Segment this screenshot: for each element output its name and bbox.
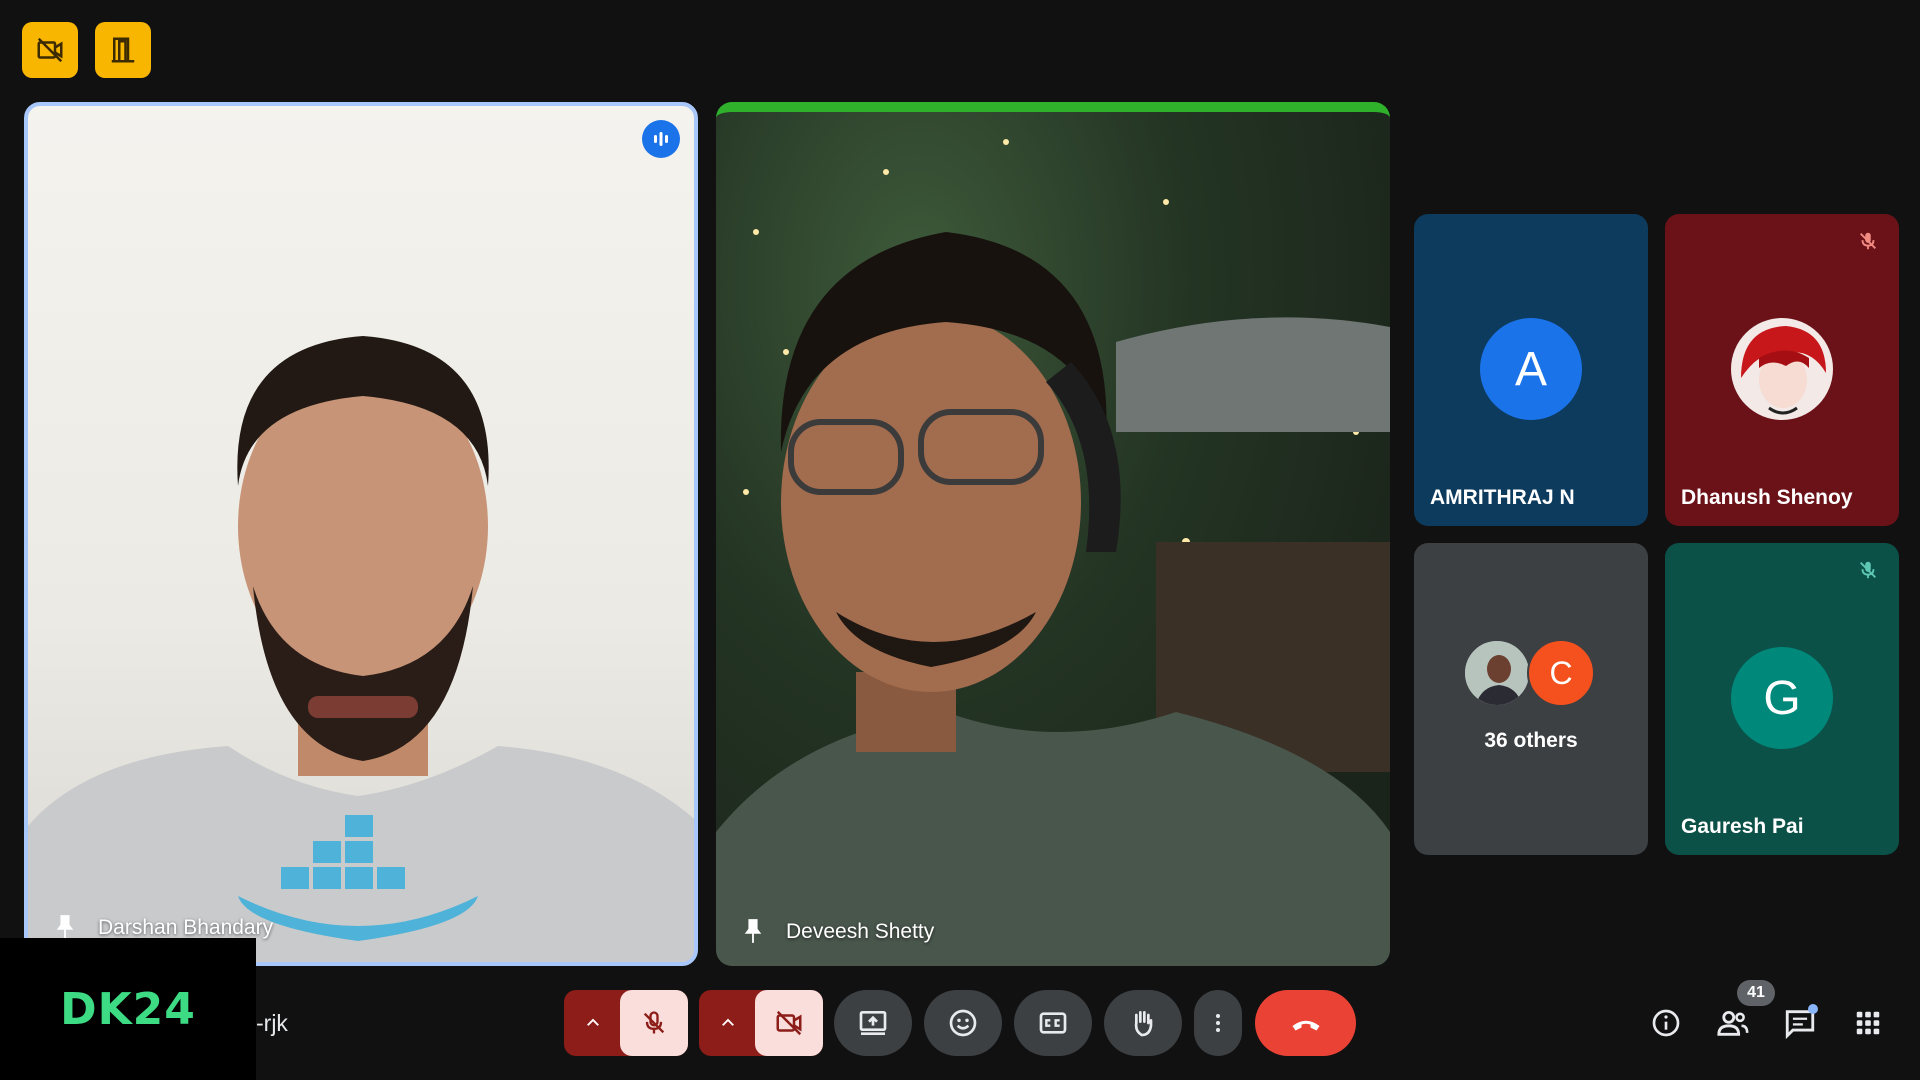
participant-name: Dhanush Shenoy: [1681, 486, 1853, 509]
avatar: C: [1527, 639, 1595, 707]
audio-level-indicator: [642, 120, 680, 158]
mic-off-icon: [643, 1011, 665, 1034]
present-button[interactable]: [834, 990, 912, 1056]
participant-name: Deveesh Shetty: [786, 920, 935, 943]
avatar: A: [1480, 318, 1582, 420]
others-tile[interactable]: C 36 others: [1414, 543, 1648, 855]
audio-level-icon: [654, 132, 668, 146]
hide-self-view-button[interactable]: [22, 22, 78, 78]
pin-icon: [56, 915, 74, 939]
people-icon: [1717, 1010, 1749, 1036]
meeting-details-button[interactable]: [1646, 1003, 1686, 1043]
audio-options-button[interactable]: [564, 990, 622, 1056]
end-call-icon: [1292, 1020, 1319, 1031]
captions-button[interactable]: [1014, 990, 1092, 1056]
activities-button[interactable]: [1848, 1003, 1888, 1043]
unread-dot: [1808, 1004, 1818, 1014]
participant-video-darshan: [28, 336, 694, 962]
participant-tile-gauresh[interactable]: G Gauresh Pai: [1665, 543, 1899, 855]
leave-call-button[interactable]: [1255, 990, 1356, 1056]
participant-video-deveesh: [716, 139, 1390, 966]
participant-count-badge: 41: [1737, 980, 1775, 1006]
participant-name: AMRITHRAJ N: [1430, 486, 1575, 509]
chevron-up-icon: [722, 1018, 734, 1026]
participant-tile-amrithraj[interactable]: A AMRITHRAJ N: [1414, 214, 1648, 526]
participant-tile-darshan[interactable]: Darshan Bhandary: [24, 102, 698, 966]
mic-toggle-button[interactable]: [620, 990, 688, 1056]
pin-icon: [744, 919, 762, 943]
chat-button[interactable]: [1780, 1003, 1820, 1043]
avatar: G: [1731, 647, 1833, 749]
more-options-button[interactable]: [1194, 990, 1242, 1056]
info-icon: [1652, 1009, 1680, 1037]
avatar: [1731, 318, 1833, 420]
chevron-up-icon: [587, 1018, 599, 1026]
mic-off-icon: [1860, 232, 1876, 250]
people-button[interactable]: [1713, 1003, 1753, 1043]
camera-off-icon: [776, 1010, 802, 1036]
mic-off-icon: [1860, 561, 1876, 579]
captions-icon: [1039, 1012, 1067, 1034]
participant-tile-deveesh[interactable]: Deveesh Shetty: [716, 102, 1390, 966]
brand-overlay: DK24: [0, 938, 256, 1080]
raise-hand-button[interactable]: [1104, 990, 1182, 1056]
others-label: 36 others: [1484, 729, 1578, 752]
camera-toggle-button[interactable]: [755, 990, 823, 1056]
avatar: [1463, 639, 1531, 707]
video-options-button[interactable]: [699, 990, 757, 1056]
present-screen-icon: [859, 1011, 887, 1035]
exit-room-button[interactable]: [95, 22, 151, 78]
participant-name: Gauresh Pai: [1681, 815, 1804, 838]
apps-grid-icon: [1856, 1011, 1880, 1035]
door-exit-icon: [111, 37, 135, 63]
mic-control-group: [564, 990, 688, 1056]
hand-icon: [1134, 1011, 1153, 1037]
no-camera-icon: [37, 37, 63, 63]
participant-name: Darshan Bhandary: [98, 916, 274, 939]
emoji-icon: [949, 1009, 977, 1037]
meeting-code: -rjk: [256, 1010, 288, 1036]
brand-logo: DK24: [60, 983, 196, 1035]
camera-control-group: [699, 990, 823, 1056]
reactions-button[interactable]: [924, 990, 1002, 1056]
more-vert-icon: [1216, 1014, 1220, 1032]
participant-tile-dhanush[interactable]: Dhanush Shenoy: [1665, 214, 1899, 526]
